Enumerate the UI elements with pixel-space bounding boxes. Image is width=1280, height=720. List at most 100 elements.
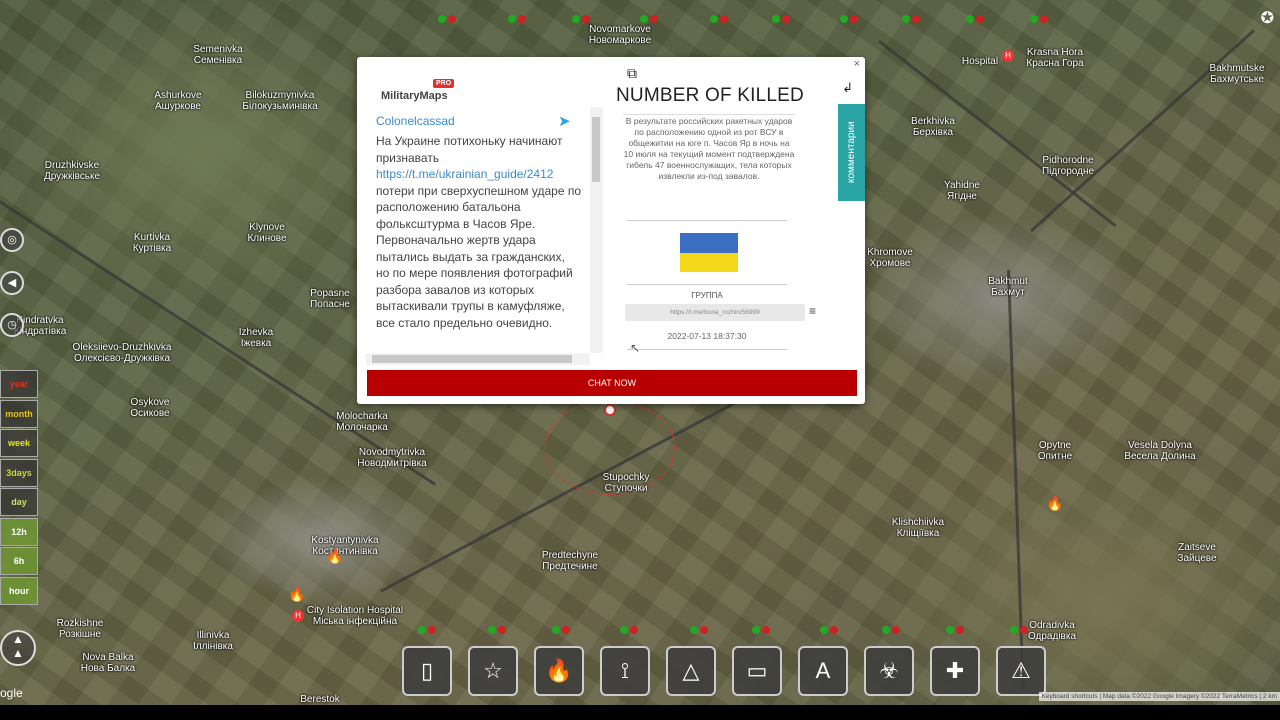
status-dot <box>782 15 790 23</box>
hospital-marker[interactable]: H <box>292 610 304 622</box>
place-label: Pidhorodne Підгородне <box>1041 155 1095 177</box>
status-dot <box>820 626 828 634</box>
place-label: Popasne Попасне <box>310 288 350 310</box>
star-icon: ☆ <box>483 658 503 683</box>
time-filter-12h[interactable]: 12h <box>0 517 38 546</box>
post-body: На Украине потихоньку начинают признават… <box>376 134 581 330</box>
time-filter-6h[interactable]: 6h <box>0 547 38 575</box>
place-label: Kurtivka Куртівка <box>132 232 172 254</box>
status-dot <box>572 15 580 23</box>
horizontal-scrollbar[interactable] <box>366 353 590 365</box>
route-icon: ⟟ <box>620 658 630 683</box>
event-marker[interactable] <box>604 404 616 416</box>
restore-window-icon[interactable]: ⧉ <box>627 65 637 82</box>
map-attribution: Keyboard shortcuts | Map data ©2022 Goog… <box>1038 692 1280 701</box>
event-popup: × PRO MilitaryMaps Colonelcassad ➤ На Ук… <box>357 57 865 404</box>
status-dot <box>830 626 838 634</box>
place-label: Molocharka Молочарка <box>336 411 388 433</box>
source-url[interactable]: https://t.me/bona_rozhin/56999 <box>625 304 805 321</box>
post-author[interactable]: Colonelcassad <box>376 114 455 128</box>
status-dot <box>1020 626 1028 634</box>
triangle-icon: △ <box>682 658 700 683</box>
place-label: Oleksiievo-Druzhkivka Олексієво-Дружківка <box>72 342 172 364</box>
star-icon[interactable]: ✪ <box>1261 8 1274 28</box>
place-label: Khromove Хромове <box>867 247 913 269</box>
place-label: Yahidne Ягідне <box>944 180 980 202</box>
fire-icon: 🔥 <box>545 658 573 683</box>
comments-tab[interactable]: комментарии <box>838 104 865 201</box>
fire-marker[interactable]: 🔥 <box>1046 495 1063 512</box>
status-dot <box>518 15 526 23</box>
event-date: 2022-07-13 18:37:30 <box>667 331 747 341</box>
bottom-toolbar: ▯ ☆ 🔥 ⟟ △ ▭ A ☣ ✚ ⚠ <box>402 646 1046 696</box>
hospital-tool-button[interactable]: ✚ <box>930 646 980 696</box>
time-filter-year[interactable]: year <box>0 370 38 398</box>
status-dot <box>1010 626 1018 634</box>
close-button[interactable]: × <box>854 58 860 70</box>
post-link[interactable]: https://t.me/ukrainian_guide/2412 <box>376 167 553 181</box>
status-dot <box>850 15 858 23</box>
status-dot <box>1040 15 1048 23</box>
time-filter-3days[interactable]: 3days <box>0 458 38 487</box>
status-dot <box>650 15 658 23</box>
event-description: В результате российских ракетных ударов … <box>623 114 795 181</box>
hospital-marker[interactable]: H <box>1002 50 1014 62</box>
biohazard-tool-button[interactable]: ☣ <box>864 646 914 696</box>
place-label: City Isolation Hospital Міська інфекційна <box>306 605 404 627</box>
clock-icon[interactable]: ◷ <box>0 313 24 337</box>
status-dot <box>946 626 954 634</box>
chat-now-button[interactable]: CHAT NOW <box>367 370 857 396</box>
status-dot <box>582 15 590 23</box>
notes-icon: ▯ <box>420 658 434 683</box>
status-dot <box>428 626 436 634</box>
status-dot <box>892 626 900 634</box>
sound-icon[interactable]: ◀ <box>0 271 24 295</box>
return-arrow-icon[interactable]: ↲ <box>842 80 853 96</box>
group-label: ГРУППА <box>691 291 723 300</box>
place-label: Klishchiivka Кліщіївка <box>891 517 945 539</box>
ruler-tool-button[interactable]: ▭ <box>732 646 782 696</box>
place-label: Rozkishne Розкішне <box>56 618 104 640</box>
place-label: Ashurkove Ашуркове <box>154 90 202 112</box>
fire-marker[interactable]: 🔥 <box>288 586 305 603</box>
status-dot <box>690 626 698 634</box>
time-filter-week[interactable]: week <box>0 429 38 457</box>
place-label: Bakhmutske Бахмутське <box>1209 63 1265 85</box>
status-dot <box>700 626 708 634</box>
fire-marker[interactable]: 🔥 <box>326 548 343 565</box>
place-label: Zaitseve Зайцеве <box>1177 542 1217 564</box>
status-dot <box>840 15 848 23</box>
route-tool-button[interactable]: ⟟ <box>600 646 650 696</box>
time-filter-hour[interactable]: hour <box>0 576 38 605</box>
warning-tool-button[interactable]: ⚠ <box>996 646 1046 696</box>
place-label: Novomarkove Новомаркове <box>588 24 652 46</box>
time-filter-month[interactable]: month <box>0 399 38 428</box>
status-dot <box>438 15 446 23</box>
zoom-control[interactable]: ▲ ▲ <box>0 630 36 666</box>
status-dot <box>912 15 920 23</box>
fire-tool-button[interactable]: 🔥 <box>534 646 584 696</box>
status-dot <box>752 626 760 634</box>
location-icon[interactable]: ◎ <box>0 228 24 252</box>
status-dot <box>498 626 506 634</box>
vertical-scrollbar[interactable] <box>590 107 603 353</box>
telegram-post: Colonelcassad ➤ На Украине потихоньку на… <box>366 107 603 365</box>
time-filter-day[interactable]: day <box>0 488 38 516</box>
text-tool-button[interactable]: A <box>798 646 848 696</box>
ukraine-flag-icon <box>680 233 738 272</box>
place-label: Kostyantynivka Костянтинівка <box>311 535 379 557</box>
place-label: Krasna Hora Красна Гора <box>1026 47 1084 69</box>
place-label: Bilokuzmynivka Білокузьминівка <box>242 90 318 112</box>
place-label: Semenivka Семенівка <box>193 44 243 66</box>
telegram-icon: ➤ <box>558 113 571 130</box>
status-dot <box>488 626 496 634</box>
status-dot <box>552 626 560 634</box>
menu-icon[interactable]: ≡ <box>809 304 816 318</box>
place-label: Berestok <box>300 694 340 705</box>
place-label: Hospital <box>961 56 999 67</box>
notes-tool-button[interactable]: ▯ <box>402 646 452 696</box>
star-tool-button[interactable]: ☆ <box>468 646 518 696</box>
triangle-tool-button[interactable]: △ <box>666 646 716 696</box>
divider <box>627 284 787 285</box>
place-label: Osykove Осикове <box>130 397 170 419</box>
